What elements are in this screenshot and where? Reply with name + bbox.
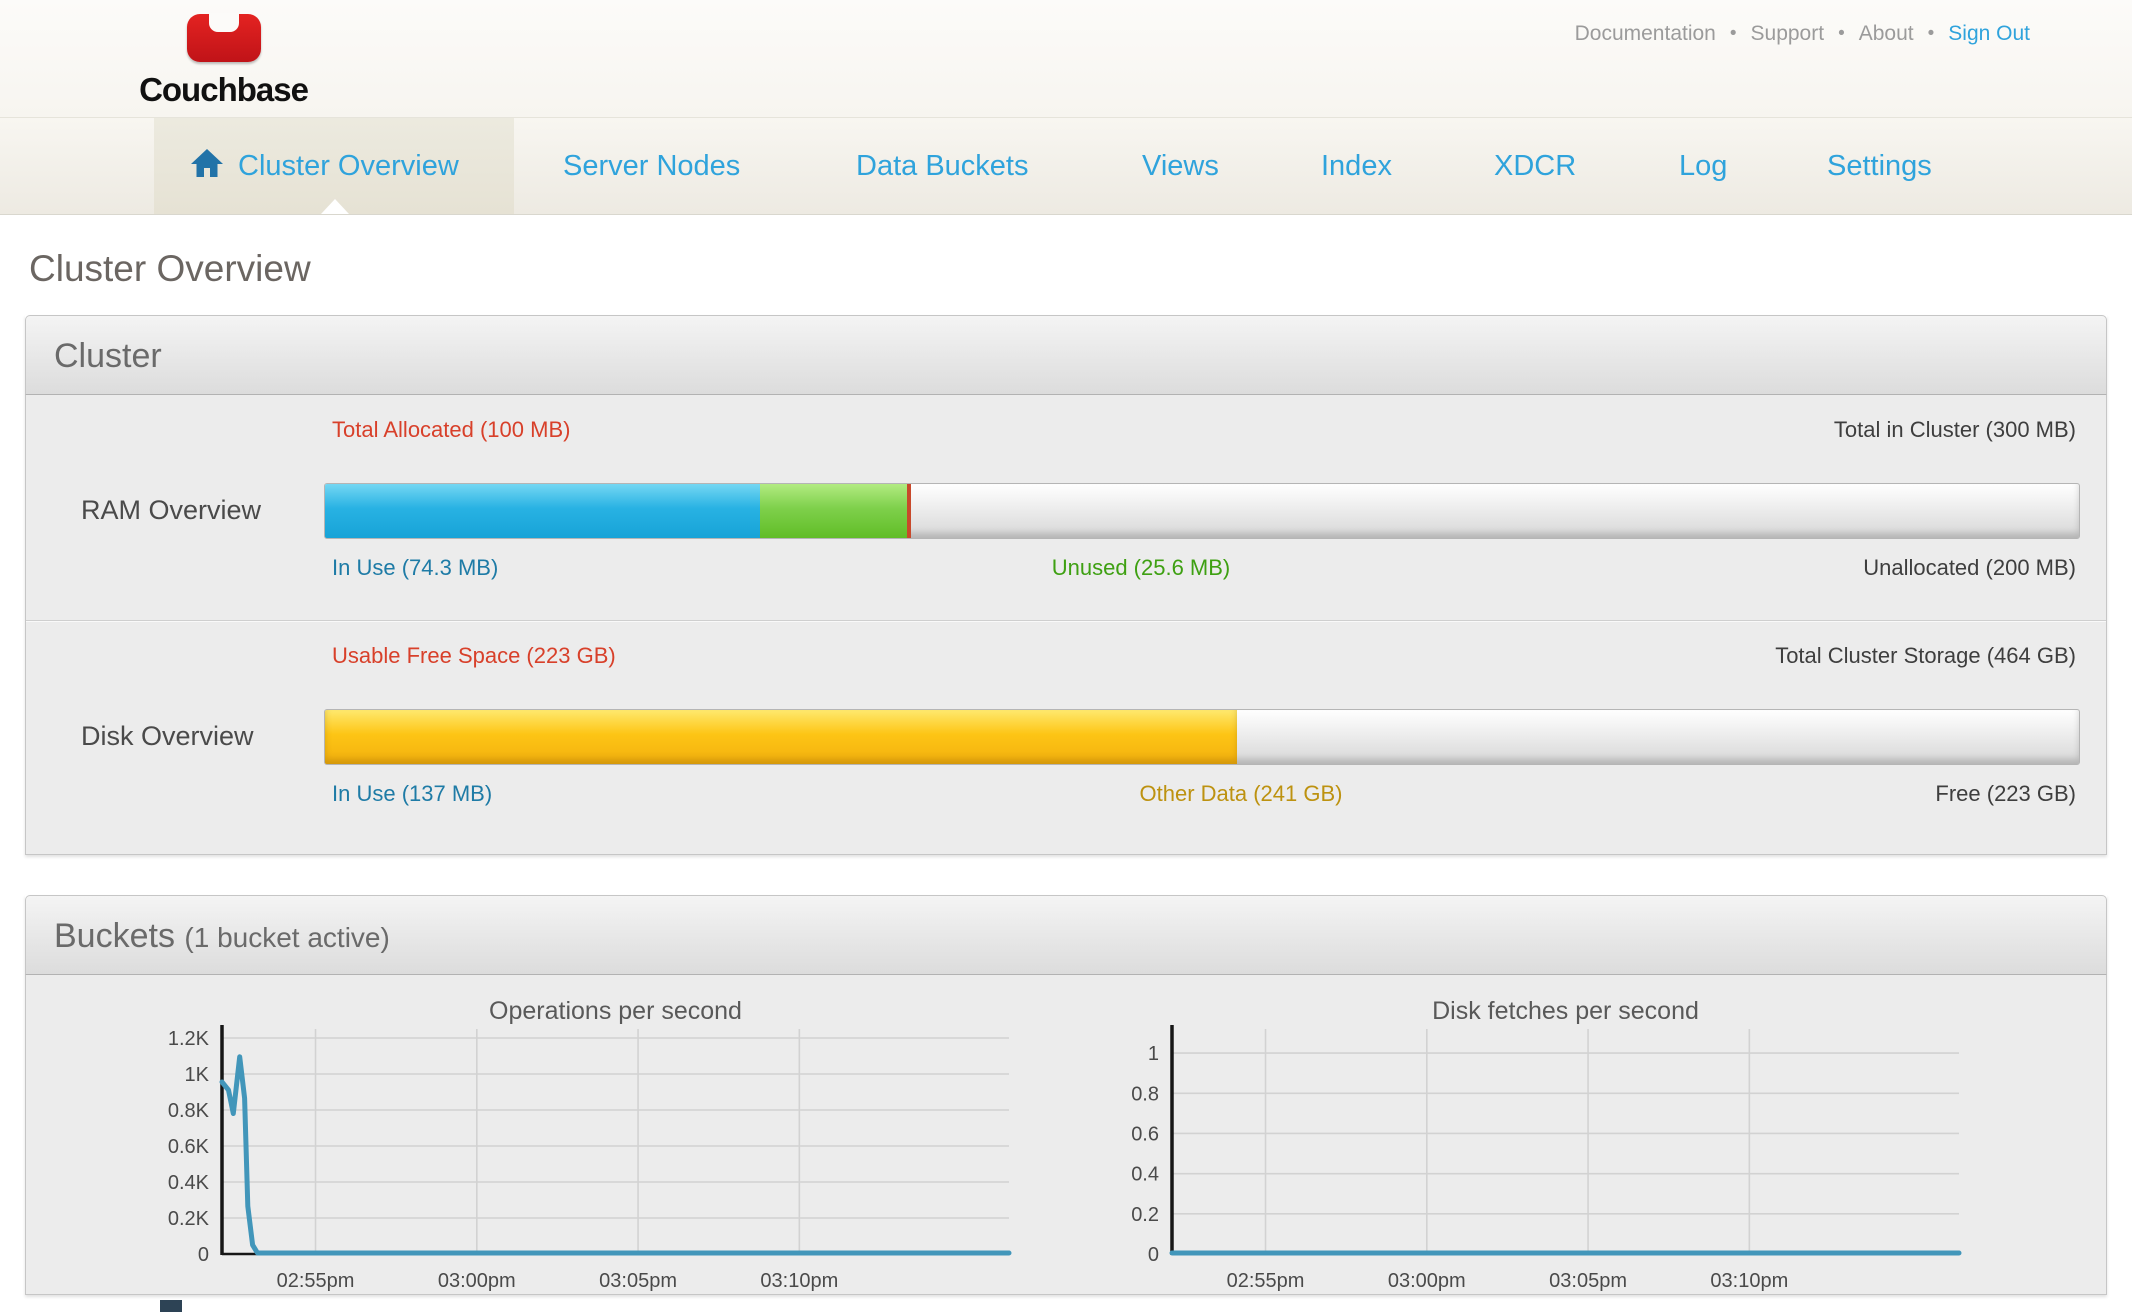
page-title: Cluster Overview [29, 248, 2132, 290]
tab-label: Index [1321, 150, 1392, 182]
svg-text:0: 0 [198, 1244, 209, 1266]
svg-text:0.2K: 0.2K [168, 1208, 210, 1230]
buckets-panel-subtitle: (1 bucket active) [184, 922, 389, 953]
disk-fetches-per-second-chart: 1 0.8 0.6 0.4 0.2 0 02:55pm 03:00pm 03:05pm 03:10… [1104, 1021, 1974, 1301]
ram-unused-segment [760, 484, 907, 538]
buckets-panel: Buckets (1 bucket active) Operations per… [25, 895, 2107, 1295]
buckets-panel-body: Operations per second Disk fetches per s… [25, 975, 2107, 1295]
ram-usage-bar [324, 483, 2080, 539]
cluster-panel-body: RAM Overview Total Allocated (100 MB) To… [25, 395, 2107, 855]
buckets-panel-header: Buckets (1 bucket active) [25, 895, 2107, 975]
tab-label: Data Buckets [856, 150, 1028, 182]
main-nav: Cluster Overview Server Nodes Data Bucke… [0, 117, 2132, 215]
tab-label: XDCR [1494, 150, 1576, 182]
tab-label: Settings [1827, 150, 1932, 182]
tab-index[interactable]: Index [1321, 118, 1392, 214]
svg-text:0.8: 0.8 [1131, 1083, 1159, 1105]
tab-label: Cluster Overview [238, 150, 459, 182]
svg-text:0.8K: 0.8K [168, 1100, 210, 1122]
svg-text:1K: 1K [185, 1064, 210, 1086]
cluster-panel-title: Cluster [54, 337, 162, 375]
disk-usage-bar [324, 709, 2080, 765]
disk-overview-label: Disk Overview [81, 721, 331, 752]
active-tab-pointer [321, 199, 349, 214]
cluster-panel: Cluster RAM Overview Total Allocated (10… [25, 315, 2107, 855]
header-links: Documentation • Support • About • Sign O… [1575, 22, 2030, 46]
svg-text:0.2: 0.2 [1131, 1204, 1159, 1226]
top-header: Couchbase Documentation • Support • Abou… [0, 0, 2132, 117]
svg-text:03:00pm: 03:00pm [1388, 1270, 1466, 1292]
ram-quota-marker [907, 484, 911, 538]
ram-overview-label: RAM Overview [81, 495, 331, 526]
logo-wordmark: Couchbase [131, 71, 316, 109]
svg-text:0: 0 [1148, 1244, 1159, 1266]
couchbase-couch-icon [187, 14, 261, 62]
couch-notch-shape [209, 13, 239, 32]
ram-unused-label: Unused (25.6 MB) [1052, 555, 1231, 581]
tab-label: Views [1142, 150, 1219, 182]
tab-label: Server Nodes [563, 150, 740, 182]
svg-text:0.6: 0.6 [1131, 1123, 1159, 1145]
support-link[interactable]: Support [1751, 22, 1825, 46]
link-separator: • [1838, 23, 1845, 45]
sign-out-link[interactable]: Sign Out [1948, 22, 2030, 46]
svg-text:03:05pm: 03:05pm [599, 1270, 677, 1292]
svg-text:02:55pm: 02:55pm [277, 1270, 355, 1292]
svg-text:03:10pm: 03:10pm [1710, 1270, 1788, 1292]
tab-data-buckets[interactable]: Data Buckets [856, 118, 1028, 214]
disk-other-data-segment [325, 710, 1237, 764]
tab-log[interactable]: Log [1679, 118, 1727, 214]
svg-text:03:00pm: 03:00pm [438, 1270, 516, 1292]
ram-total-allocated-label: Total Allocated (100 MB) [332, 417, 570, 443]
tab-server-nodes[interactable]: Server Nodes [563, 118, 740, 214]
link-separator: • [1730, 23, 1737, 45]
documentation-link[interactable]: Documentation [1575, 22, 1716, 46]
svg-text:03:05pm: 03:05pm [1549, 1270, 1627, 1292]
ram-in-use-label: In Use (74.3 MB) [332, 555, 498, 581]
buckets-panel-title: Buckets [54, 917, 175, 955]
tab-views[interactable]: Views [1142, 118, 1219, 214]
cutoff-element [160, 1300, 182, 1312]
disk-overview-row: Disk Overview Usable Free Space (223 GB)… [26, 620, 2106, 846]
svg-text:1.2K: 1.2K [168, 1028, 210, 1050]
svg-text:0.4: 0.4 [1131, 1164, 1159, 1186]
couchbase-logo: Couchbase [131, 14, 316, 109]
ram-overview-row: RAM Overview Total Allocated (100 MB) To… [26, 395, 2106, 620]
home-icon [190, 148, 224, 178]
svg-text:0.4K: 0.4K [168, 1172, 210, 1194]
tab-settings[interactable]: Settings [1827, 118, 1932, 214]
about-link[interactable]: About [1859, 22, 1914, 46]
disk-total-storage-label: Total Cluster Storage (464 GB) [1775, 643, 2076, 669]
link-separator: • [1928, 23, 1935, 45]
ram-in-use-segment [325, 484, 760, 538]
tab-xdcr[interactable]: XDCR [1494, 118, 1576, 214]
ops-per-second-chart: 1.2K 1K 0.8K 0.6K 0.4K 0.2K 0 02:55pm 03:00pm 03:… [154, 1021, 1024, 1301]
svg-text:02:55pm: 02:55pm [1227, 1270, 1305, 1292]
cluster-panel-header: Cluster [25, 315, 2107, 395]
disk-in-use-label: In Use (137 MB) [332, 781, 492, 807]
tab-label: Log [1679, 150, 1727, 182]
svg-text:1: 1 [1148, 1043, 1159, 1065]
ram-unallocated-label: Unallocated (200 MB) [1863, 555, 2076, 581]
disk-other-data-label: Other Data (241 GB) [1140, 781, 1343, 807]
svg-text:03:10pm: 03:10pm [760, 1270, 838, 1292]
svg-text:0.6K: 0.6K [168, 1136, 210, 1158]
ram-total-in-cluster-label: Total in Cluster (300 MB) [1834, 417, 2076, 443]
disk-free-label: Free (223 GB) [1935, 781, 2076, 807]
disk-usable-free-space-label: Usable Free Space (223 GB) [332, 643, 616, 669]
